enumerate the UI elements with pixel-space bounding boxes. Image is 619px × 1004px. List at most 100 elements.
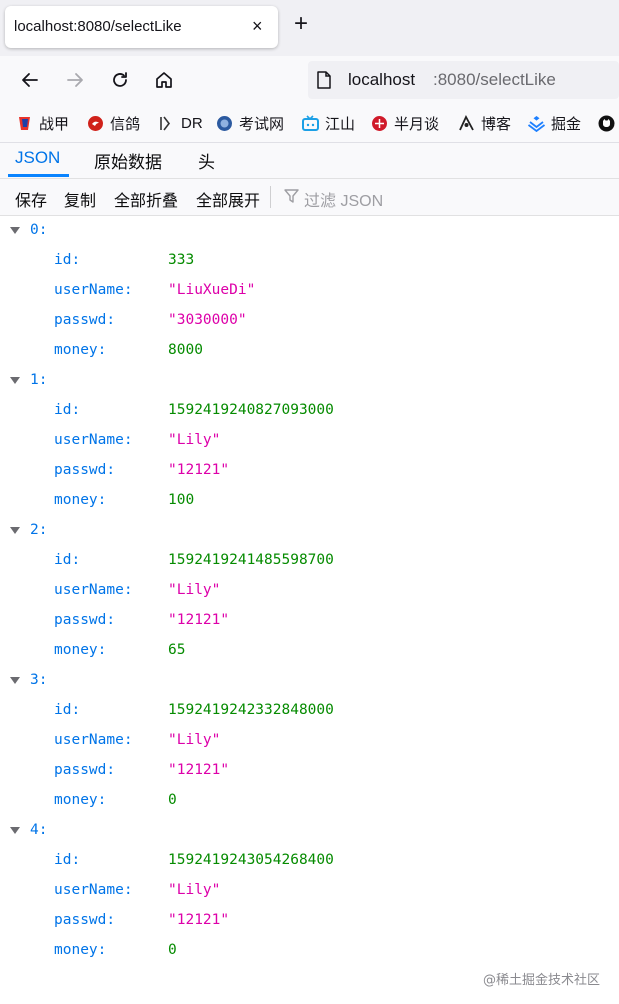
json-object-row[interactable]: 4: [0, 816, 619, 846]
json-property-row: money: 65 [0, 636, 619, 666]
object-index: 0: [30, 222, 48, 238]
object-index: 2: [30, 522, 48, 538]
property-value: "12121" [168, 762, 230, 778]
expand-triangle-icon[interactable] [10, 377, 20, 384]
json-property-row: id: 1592419240827093000 [0, 396, 619, 426]
property-key: id: [54, 552, 81, 568]
json-property-row: userName: "Lily" [0, 726, 619, 756]
copy-button[interactable]: 复制 [64, 187, 96, 211]
bookmarks-bar: 战甲 信鸽 DR 考试网 江山 半月谈 博客 掘金 [0, 104, 619, 143]
github-icon [598, 115, 615, 131]
json-property-row: userName: "Lily" [0, 876, 619, 906]
json-property-row: passwd: "12121" [0, 456, 619, 486]
property-key: money: [54, 792, 107, 808]
expand-triangle-icon[interactable] [10, 677, 20, 684]
property-value: 100 [168, 492, 195, 508]
dr-icon [160, 116, 171, 130]
property-key: userName: [54, 732, 133, 748]
url-bar[interactable]: localhost :8080/selectLike [308, 61, 619, 99]
json-viewer-tabs: JSON 原始数据 头 [0, 143, 619, 179]
json-toolbar: 保存 复制 全部折叠 全部展开 过滤 JSON [0, 179, 619, 216]
json-property-row: passwd: "12121" [0, 906, 619, 936]
bookmark-label: 战甲 [39, 115, 70, 133]
pen-icon [459, 114, 474, 130]
property-value: 1592419242332848000 [168, 702, 334, 718]
bookmark-label: 江山 [325, 115, 356, 133]
circle-icon [372, 115, 387, 131]
property-key: passwd: [54, 912, 116, 928]
json-property-row: userName: "Lily" [0, 576, 619, 606]
bookmark-dr[interactable]: DR [158, 113, 203, 133]
json-property-row: id: 1592419243054268400 [0, 846, 619, 876]
browser-tab-active[interactable]: localhost:8080/selectLike × [5, 6, 278, 48]
forward-arrow-icon[interactable] [62, 67, 88, 93]
property-value: 0 [168, 942, 177, 958]
expand-triangle-icon[interactable] [10, 527, 20, 534]
property-value: "Lily" [168, 732, 221, 748]
new-tab-icon[interactable]: + [294, 12, 308, 36]
property-value: "Lily" [168, 582, 221, 598]
juejin-icon [528, 115, 545, 132]
bookmark-zhanjia[interactable]: 战甲 [16, 113, 69, 133]
property-value: 0 [168, 792, 177, 808]
globe-icon [217, 115, 232, 131]
bookmark-jiangshan[interactable]: 江山 [302, 113, 355, 133]
property-key: passwd: [54, 612, 116, 628]
json-object-row[interactable]: 0: [0, 216, 619, 246]
url-path: :8080/selectLike [433, 70, 556, 89]
save-button[interactable]: 保存 [15, 187, 47, 211]
property-key: userName: [54, 282, 133, 298]
property-key: id: [54, 252, 81, 268]
bookmark-github[interactable] [598, 113, 619, 133]
property-key: money: [54, 942, 107, 958]
bookmark-juejin[interactable]: 掘金 [528, 113, 581, 133]
json-property-row: money: 0 [0, 786, 619, 816]
json-property-row: id: 333 [0, 246, 619, 276]
tab-headers[interactable]: 头 [198, 148, 215, 173]
filter-icon [284, 188, 299, 209]
bookmark-label: 掘金 [551, 115, 582, 133]
filter-json-input[interactable]: 过滤 JSON [304, 187, 383, 211]
bookmark-label: 考试网 [239, 115, 285, 133]
reload-icon[interactable] [107, 67, 133, 93]
json-property-row: id: 1592419242332848000 [0, 696, 619, 726]
back-arrow-icon[interactable] [17, 67, 43, 93]
tab-json[interactable]: JSON [15, 148, 60, 168]
collapse-all-button[interactable]: 全部折叠 [114, 187, 178, 211]
bookmark-label: 半月谈 [394, 115, 440, 133]
bookmark-xinge[interactable]: 信鸽 [87, 113, 140, 133]
property-key: passwd: [54, 462, 116, 478]
bookmark-label: DR [181, 114, 203, 132]
expand-triangle-icon[interactable] [10, 827, 20, 834]
object-index: 3: [30, 672, 48, 688]
bookmark-banyuetan[interactable]: 半月谈 [371, 113, 439, 133]
property-key: passwd: [54, 762, 116, 778]
toolbar-divider [270, 186, 271, 208]
json-object-row[interactable]: 1: [0, 366, 619, 396]
tab-title: localhost:8080/selectLike [14, 18, 182, 35]
property-key: money: [54, 642, 107, 658]
active-tab-indicator [8, 174, 69, 177]
navigation-bar: localhost :8080/selectLike [0, 56, 619, 104]
json-property-row: money: 0 [0, 936, 619, 966]
property-key: passwd: [54, 312, 116, 328]
property-value: "Lily" [168, 432, 221, 448]
url-host: localhost [348, 70, 416, 89]
json-property-row: passwd: "12121" [0, 756, 619, 786]
expand-all-button[interactable]: 全部展开 [196, 187, 260, 211]
tab-raw-data[interactable]: 原始数据 [94, 148, 162, 173]
bookmark-boke[interactable]: 博客 [458, 113, 511, 133]
expand-triangle-icon[interactable] [10, 227, 20, 234]
tab-close-icon[interactable]: × [252, 16, 263, 37]
property-key: id: [54, 702, 81, 718]
property-key: money: [54, 492, 107, 508]
property-value: 8000 [168, 342, 203, 358]
home-icon[interactable] [151, 67, 177, 93]
json-object-row[interactable]: 3: [0, 666, 619, 696]
watermark: @稀土掘金技术社区 [483, 973, 601, 988]
json-object-row[interactable]: 2: [0, 516, 619, 546]
tab-strip: localhost:8080/selectLike × + [0, 0, 619, 56]
json-property-row: userName: "LiuXueDi" [0, 276, 619, 306]
property-value: "3030000" [168, 312, 247, 328]
bookmark-kaoshiwang[interactable]: 考试网 [216, 113, 284, 133]
